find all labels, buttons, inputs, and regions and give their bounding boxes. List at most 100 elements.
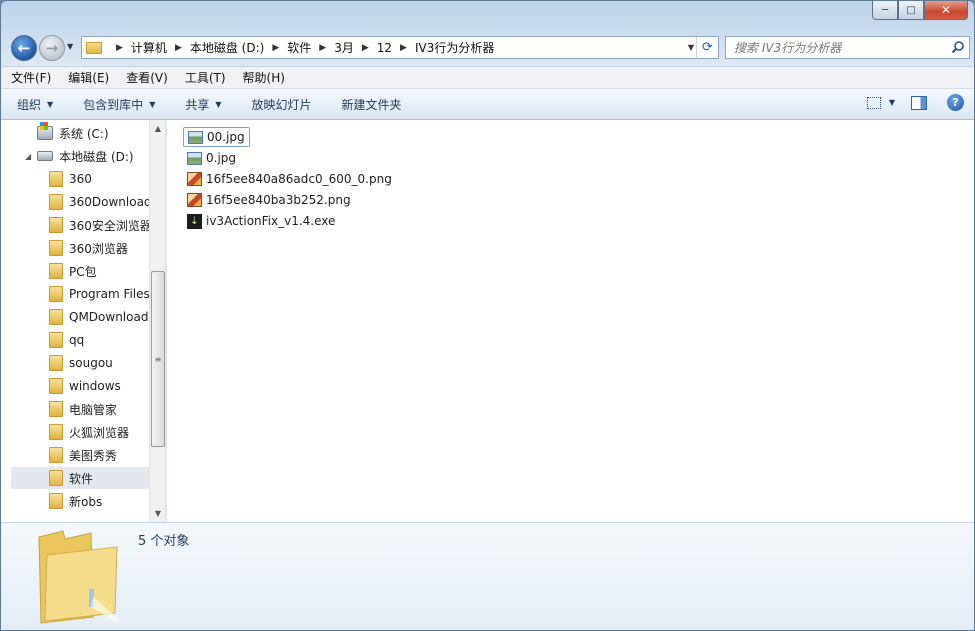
forward-button[interactable]: → <box>39 35 65 61</box>
breadcrumb-drive-d[interactable]: 本地磁盘 (D:) <box>190 39 264 56</box>
folder-icon <box>49 171 63 187</box>
details-pane: 5 个对象 <box>1 522 974 630</box>
menu-view[interactable]: 查看(V) <box>126 69 168 86</box>
command-bar-right: ▼ ? <box>866 94 964 111</box>
chevron-down-icon: ▼ <box>888 98 895 107</box>
help-button[interactable]: ? <box>947 94 964 111</box>
menu-edit[interactable]: 编辑(E) <box>68 69 109 86</box>
tree-item-label: 软件 <box>69 471 94 486</box>
file-item-0-jpg[interactable]: 0.jpg <box>183 148 240 168</box>
command-bar: 组织 ▼ 包含到库中 ▼ 共享 ▼ 放映幻灯片 新建文件夹 ▼ ? <box>1 89 974 120</box>
address-bar[interactable]: ▶ 计算机 ▶ 本地磁盘 (D:) ▶ 软件 ▶ 3月 ▶ 12 ▶ IV3行为… <box>81 36 719 59</box>
tree-item-software[interactable]: 软件 <box>11 467 149 489</box>
tree-item-label: 本地磁盘 (D:) <box>59 149 134 164</box>
tree-item-label: 电脑管家 <box>69 402 118 417</box>
breadcrumb-march[interactable]: 3月 <box>334 39 354 56</box>
file-name: 00.jpg <box>207 130 245 144</box>
minimize-button[interactable]: ─ <box>872 1 898 20</box>
folder-icon <box>49 401 63 417</box>
menu-file[interactable]: 文件(F) <box>11 69 51 86</box>
menu-bar: 文件(F) 编辑(E) 查看(V) 工具(T) 帮助(H) <box>1 66 974 89</box>
system-drive-icon <box>37 122 53 140</box>
folder-icon <box>49 493 63 509</box>
png-icon <box>187 193 202 207</box>
include-in-library-button[interactable]: 包含到库中 ▼ <box>83 96 155 113</box>
file-name: 16f5ee840a86adc0_600_0.png <box>206 172 392 186</box>
include-library-label: 包含到库中 <box>83 97 144 112</box>
folder-icon <box>49 240 63 256</box>
tree-item-label: sougou <box>69 356 113 370</box>
new-folder-button[interactable]: 新建文件夹 <box>342 96 402 113</box>
breadcrumb-12[interactable]: 12 <box>377 41 392 55</box>
file-item-png-2[interactable]: 16f5ee840ba3b252.png <box>183 190 355 210</box>
close-button[interactable]: ✕ <box>924 1 968 20</box>
folder-icon <box>49 217 63 233</box>
folder-icon <box>49 194 63 210</box>
chevron-right-icon[interactable]: ▶ <box>362 43 369 53</box>
preview-pane-button[interactable] <box>911 95 927 110</box>
chevron-right-icon[interactable]: ▶ <box>272 43 279 53</box>
folder-icon <box>49 286 63 302</box>
address-dropdown-icon[interactable]: ▼ <box>688 43 694 52</box>
chevron-right-icon[interactable]: ▶ <box>116 43 123 53</box>
search-box[interactable] <box>725 36 970 59</box>
file-list-pane: 00.jpg 0.jpg 16f5ee840a86adc0_600_0.png … <box>167 120 974 522</box>
jpg-icon <box>188 130 203 144</box>
change-view-button[interactable]: ▼ <box>866 96 895 109</box>
organize-button[interactable]: 组织 ▼ <box>17 96 53 113</box>
search-input[interactable] <box>734 40 944 55</box>
chevron-right-icon[interactable]: ▶ <box>319 43 326 53</box>
organize-label: 组织 <box>17 97 42 112</box>
scroll-up-button[interactable]: ▲ <box>150 120 165 137</box>
chevron-right-icon[interactable]: ▶ <box>400 43 407 53</box>
chevron-down-icon: ▼ <box>47 99 54 109</box>
caption-buttons: ─ □ ✕ <box>872 1 968 20</box>
tree-item-label: 360 <box>69 172 92 186</box>
recent-pages-dropdown[interactable]: ▼ <box>67 42 73 51</box>
tree-item-label: 美图秀秀 <box>69 448 118 463</box>
tree-item-label: QMDownload <box>69 310 149 324</box>
tree-item-drive-d[interactable]: ◢ 本地磁盘 (D:) <box>25 145 165 167</box>
scroll-down-button[interactable]: ▼ <box>150 505 165 522</box>
tree-item-label: 系统 (C:) <box>59 126 109 141</box>
chevron-right-icon[interactable]: ▶ <box>175 43 182 53</box>
tree-item-system-c[interactable]: 系统 (C:) <box>37 122 165 144</box>
tree-item-label: 新obs <box>69 494 103 509</box>
menu-tools[interactable]: 工具(T) <box>185 69 226 86</box>
breadcrumb-current[interactable]: IV3行为分析器 <box>415 39 494 56</box>
nav-pane-scrollbar[interactable]: ▲ ≡ ▼ <box>149 120 165 522</box>
folder-icon <box>49 470 63 486</box>
folder-icon <box>49 309 63 325</box>
folder-icon <box>49 263 63 279</box>
folder-icon <box>49 424 63 440</box>
collapse-arrow-icon[interactable]: ◢ <box>25 152 31 161</box>
png-icon <box>187 172 202 186</box>
folder-icon <box>49 355 63 371</box>
share-button[interactable]: 共享 ▼ <box>185 96 221 113</box>
file-item-exe[interactable]: ⇣ iv3ActionFix_v1.4.exe <box>183 211 339 231</box>
file-item-png-1[interactable]: 16f5ee840a86adc0_600_0.png <box>183 169 396 189</box>
tree-item-label: 火狐浏览器 <box>69 425 130 440</box>
explorer-window: ─ □ ✕ ← → ▼ ▶ 计算机 ▶ 本地磁盘 (D:) ▶ 软件 ▶ 3月 … <box>0 0 975 631</box>
file-item-00-jpg[interactable]: 00.jpg <box>183 127 250 147</box>
folder-icon <box>49 447 63 463</box>
navigation-row: ← → ▼ ▶ 计算机 ▶ 本地磁盘 (D:) ▶ 软件 ▶ 3月 ▶ 12 ▶… <box>9 33 970 63</box>
tree-item-label: qq <box>69 333 85 347</box>
exe-icon: ⇣ <box>187 213 202 229</box>
folder-icon <box>49 332 63 348</box>
breadcrumb-computer[interactable]: 计算机 <box>131 39 167 56</box>
slideshow-button[interactable]: 放映幻灯片 <box>252 96 312 113</box>
drive-icon <box>37 151 54 161</box>
menu-help[interactable]: 帮助(H) <box>243 69 285 86</box>
tree-item-label: PC包 <box>69 264 97 279</box>
tree-item-label: 360Downloads <box>69 195 158 209</box>
view-grid-icon <box>866 96 881 109</box>
folder-icon <box>38 530 119 624</box>
scroll-thumb[interactable]: ≡ <box>151 271 165 447</box>
maximize-button[interactable]: □ <box>898 1 924 20</box>
folder-icon <box>86 41 102 54</box>
refresh-button[interactable]: ⟳ <box>696 37 718 58</box>
search-icon[interactable] <box>951 40 965 54</box>
back-button[interactable]: ← <box>11 35 37 61</box>
breadcrumb-software[interactable]: 软件 <box>287 39 311 56</box>
